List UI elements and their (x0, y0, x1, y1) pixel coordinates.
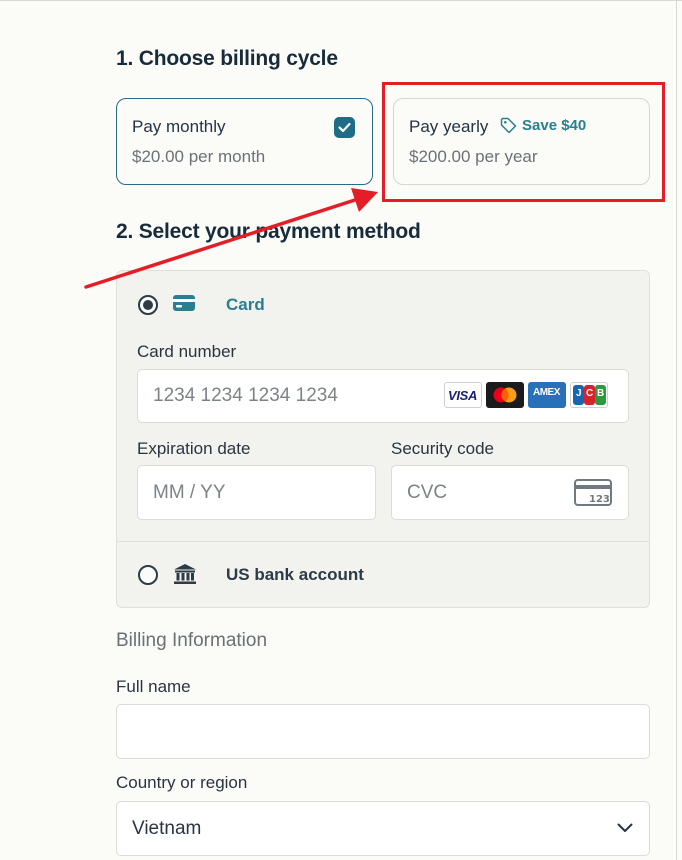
payment-method-title: 2. Select your payment method (116, 220, 421, 243)
full-name-label: Full name (116, 677, 191, 696)
card-number-label: Card number (137, 342, 237, 361)
plan-monthly-option[interactable]: Pay monthly $20.00 per month (116, 98, 373, 185)
card-radio[interactable] (138, 295, 158, 315)
expiration-input[interactable] (137, 465, 376, 520)
svg-text:123: 123 (589, 494, 610, 505)
country-select[interactable]: Vietnam (116, 801, 650, 856)
security-code-label: Security code (391, 439, 494, 458)
plan-monthly-price: $20.00 per month (132, 147, 266, 166)
card-brands: VISA AMEX JCB (444, 382, 608, 408)
checkmark-icon (334, 117, 355, 138)
cvc-card-icon: 123 (574, 479, 612, 506)
top-border (0, 0, 682, 3)
visa-icon: VISA (444, 382, 482, 408)
full-name-input[interactable] (116, 704, 650, 759)
jcb-icon: JCB (570, 382, 608, 408)
payment-option-bank[interactable]: US bank account (117, 555, 649, 595)
expiration-label: Expiration date (137, 439, 251, 458)
country-value: Vietnam (132, 818, 202, 839)
billing-cycle-title: 1. Choose billing cycle (116, 47, 338, 70)
save-badge: Save $40 (500, 117, 586, 134)
payment-method-panel: Card Card number VISA AMEX JCB Expiratio… (116, 270, 650, 608)
bank-icon (174, 564, 196, 584)
plan-yearly-price: $200.00 per year (409, 147, 538, 166)
plan-yearly-name: Pay yearly (409, 117, 489, 136)
right-border (676, 0, 677, 860)
plan-monthly-name: Pay monthly (132, 117, 226, 136)
chevron-down-icon (617, 823, 633, 832)
save-badge-label: Save $40 (522, 117, 587, 134)
mastercard-icon (486, 382, 524, 408)
bank-label: US bank account (226, 565, 364, 584)
card-label: Card (226, 295, 265, 314)
amex-icon: AMEX (528, 382, 566, 408)
payment-option-card[interactable]: Card (117, 285, 649, 325)
tag-icon (500, 117, 517, 134)
country-label: Country or region (116, 773, 248, 792)
method-divider (117, 541, 649, 542)
credit-card-icon (173, 295, 195, 311)
plan-yearly-option[interactable]: Pay yearly Save $40 $200.00 per year (393, 98, 650, 185)
billing-info-title: Billing Information (116, 630, 268, 651)
bank-radio[interactable] (138, 565, 158, 585)
